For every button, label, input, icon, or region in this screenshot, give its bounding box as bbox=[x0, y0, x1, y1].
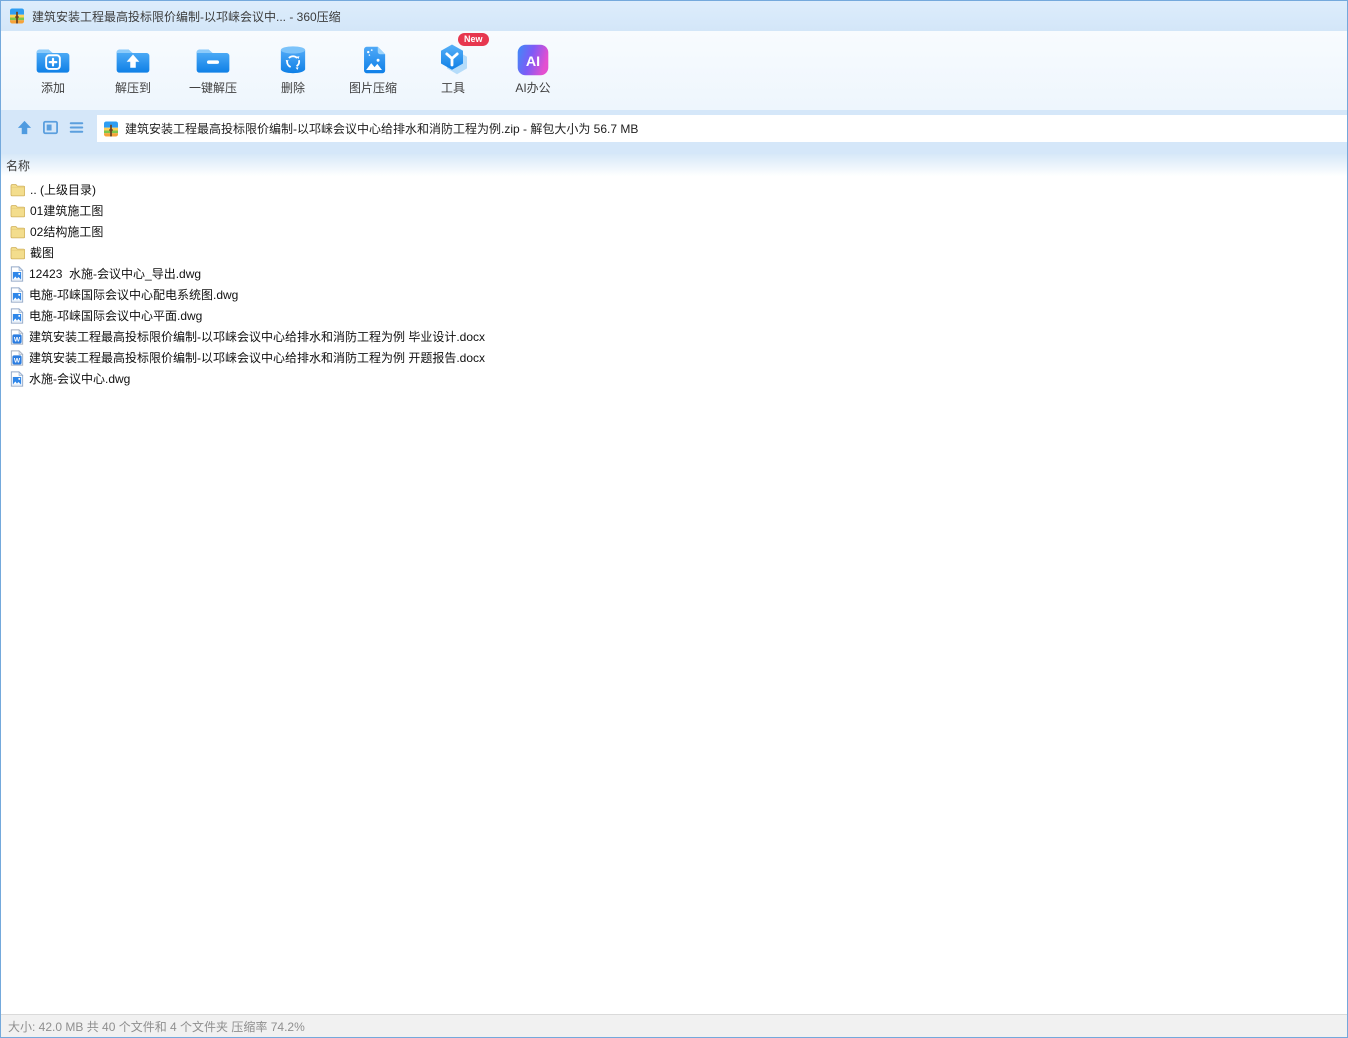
file-row[interactable]: W 建筑安装工程最高投标限价编制-以邛崃会议中心给排水和消防工程为例 毕业设计.d… bbox=[1, 326, 1347, 347]
status-bar: 大小: 42.0 MB 共 40 个文件和 4 个文件夹 压缩率 74.2% bbox=[1, 1014, 1347, 1037]
toolbar-label: AI办公 bbox=[515, 81, 551, 95]
dwg-file-icon bbox=[10, 286, 24, 303]
dwg-file-icon bbox=[10, 307, 24, 324]
file-name: 截图 bbox=[30, 246, 55, 260]
file-row[interactable]: 水施-会议中心.dwg bbox=[1, 368, 1347, 389]
add-folder-icon bbox=[34, 39, 72, 76]
list-view-button[interactable] bbox=[63, 115, 89, 142]
toolbar-label: 图片压缩 bbox=[348, 81, 397, 95]
folder-icon bbox=[10, 246, 25, 260]
toolbar-label: 一键解压 bbox=[188, 81, 237, 95]
extract-to-icon bbox=[114, 39, 152, 76]
title-bar[interactable]: 建筑安装工程最高投标限价编制-以邛崃会议中... - 360压缩 bbox=[1, 1, 1347, 31]
file-row[interactable]: .. (上级目录) bbox=[1, 179, 1347, 200]
toolbar-label: 解压到 bbox=[114, 81, 151, 95]
file-row[interactable]: 01建筑施工图 bbox=[1, 200, 1347, 221]
window-title: 建筑安装工程最高投标限价编制-以邛崃会议中... - 360压缩 bbox=[32, 9, 341, 24]
docx-file-icon: W bbox=[10, 328, 24, 345]
list-header: 名称 bbox=[1, 154, 1347, 176]
add-button[interactable]: 添加 bbox=[13, 36, 93, 96]
dwg-file-icon bbox=[10, 265, 24, 282]
file-name: 02结构施工图 bbox=[30, 225, 104, 239]
file-name: 01建筑施工图 bbox=[30, 204, 104, 218]
file-name: 建筑安装工程最高投标限价编制-以邛崃会议中心给排水和消防工程为例 毕业设计.do… bbox=[29, 330, 486, 344]
file-name: 电施-邛崃国际会议中心平面.dwg bbox=[29, 309, 203, 323]
file-row[interactable]: 12423 水施-会议中心_导出.dwg bbox=[1, 263, 1347, 284]
one-click-extract-icon bbox=[194, 39, 232, 76]
ai-office-button[interactable]: AI AI办公 bbox=[493, 36, 573, 96]
svg-text:W: W bbox=[14, 357, 21, 364]
new-badge: New bbox=[458, 33, 489, 46]
file-name: 电施-邛崃国际会议中心配电系统图.dwg bbox=[29, 288, 239, 302]
up-button[interactable] bbox=[11, 115, 37, 142]
view-mode-button[interactable] bbox=[37, 115, 63, 142]
file-row[interactable]: 02结构施工图 bbox=[1, 221, 1347, 242]
tools-button[interactable]: New 工具 bbox=[413, 33, 493, 96]
list-view-icon bbox=[68, 119, 85, 139]
file-name: 12423 水施-会议中心_导出.dwg bbox=[29, 267, 202, 281]
column-header-name[interactable]: 名称 bbox=[6, 157, 30, 174]
address-bar[interactable]: 建筑安装工程最高投标限价编制-以邛崃会议中心给排水和消防工程为例.zip - 解… bbox=[97, 115, 1347, 142]
toolbar-label: 添加 bbox=[40, 81, 65, 95]
toolbar-label: 工具 bbox=[440, 81, 465, 95]
app-window: 建筑安装工程最高投标限价编制-以邛崃会议中... - 360压缩 添加 解压到 一键… bbox=[0, 0, 1348, 1038]
extract-to-button[interactable]: 解压到 bbox=[93, 36, 173, 96]
file-row[interactable]: W 建筑安装工程最高投标限价编制-以邛崃会议中心给排水和消防工程为例 开题报告.d… bbox=[1, 347, 1347, 368]
svg-text:W: W bbox=[14, 336, 21, 343]
file-list: .. (上级目录) 01建筑施工图 02结构施工图 截图 12423 水施-会议中心_导… bbox=[1, 176, 1347, 1014]
toolbar-label: 删除 bbox=[280, 81, 305, 95]
file-name: 建筑安装工程最高投标限价编制-以邛崃会议中心给排水和消防工程为例 开题报告.do… bbox=[29, 351, 486, 365]
folder-icon bbox=[10, 183, 25, 197]
file-row[interactable]: 电施-邛崃国际会议中心配电系统图.dwg bbox=[1, 284, 1347, 305]
one-click-extract-button[interactable]: 一键解压 bbox=[173, 36, 253, 96]
nav-buttons bbox=[11, 115, 89, 142]
file-name: 水施-会议中心.dwg bbox=[29, 372, 131, 386]
file-row[interactable]: 电施-邛崃国际会议中心平面.dwg bbox=[1, 305, 1347, 326]
navigation-bar: 建筑安装工程最高投标限价编制-以邛崃会议中心给排水和消防工程为例.zip - 解… bbox=[1, 110, 1347, 154]
docx-file-icon: W bbox=[10, 349, 24, 366]
dwg-file-icon bbox=[10, 370, 24, 387]
folder-icon bbox=[10, 225, 25, 239]
delete-button[interactable]: 删除 bbox=[253, 36, 333, 96]
status-text: 大小: 42.0 MB 共 40 个文件和 4 个文件夹 压缩率 74.2% bbox=[8, 1019, 305, 1034]
image-compress-button[interactable]: 图片压缩 bbox=[333, 36, 413, 96]
toolbar: 添加 解压到 一键解压 删除 图片压缩 New 工具 AI AI办公 bbox=[1, 31, 1347, 110]
file-row[interactable]: 截图 bbox=[1, 242, 1347, 263]
zip-archive-icon bbox=[9, 8, 25, 24]
view-mode-icon bbox=[42, 119, 59, 139]
folder-icon bbox=[10, 204, 25, 218]
svg-text:AI: AI bbox=[526, 54, 540, 70]
zip-archive-icon bbox=[103, 121, 119, 137]
archive-path-text: 建筑安装工程最高投标限价编制-以邛崃会议中心给排水和消防工程为例.zip - 解… bbox=[125, 122, 639, 136]
delete-icon bbox=[274, 39, 312, 76]
up-icon bbox=[16, 119, 33, 139]
ai-office-icon: AI bbox=[514, 39, 552, 76]
image-compress-icon bbox=[354, 39, 392, 76]
file-name: .. (上级目录) bbox=[30, 183, 96, 197]
